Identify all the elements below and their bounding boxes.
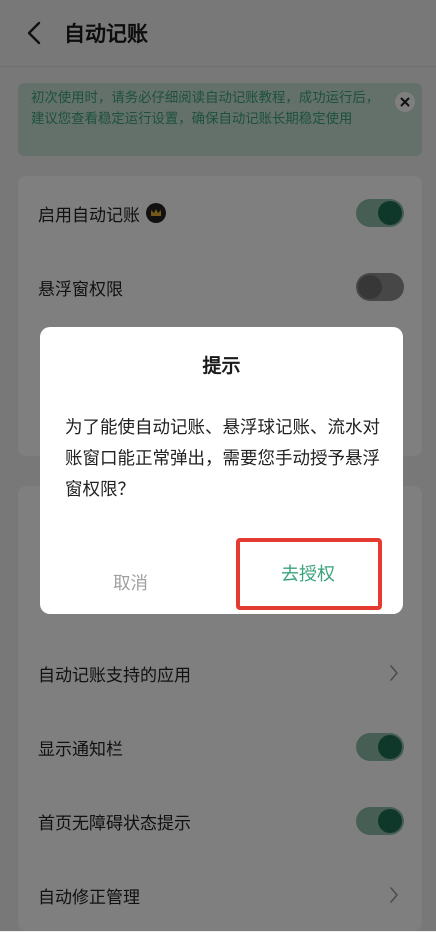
authorize-button[interactable]: 去授权: [236, 539, 380, 607]
dialog-message: 为了能使自动记账、悬浮球记账、流水对账窗口能正常弹出，需要您手动授予悬浮窗权限？: [65, 418, 380, 500]
permission-dialog: 提示 为了能使自动记账、悬浮球记账、流水对账窗口能正常弹出，需要您手动授予悬浮窗…: [40, 327, 403, 614]
cancel-button[interactable]: 取消: [40, 551, 221, 613]
dialog-title: 提示: [202, 355, 241, 377]
